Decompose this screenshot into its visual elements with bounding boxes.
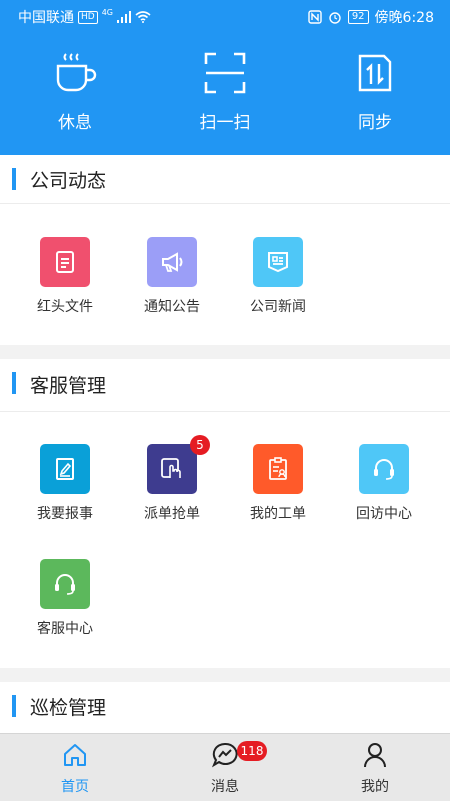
- section-header: 巡检管理: [0, 682, 450, 730]
- section-accent-bar: [12, 372, 16, 394]
- hd-indicator: HD: [78, 10, 98, 24]
- notice-item[interactable]: 通知公告: [119, 237, 225, 316]
- callback-center-item[interactable]: 回访中心: [331, 444, 437, 523]
- battery-level: 92: [347, 10, 369, 24]
- work-order-tile: [253, 444, 303, 494]
- document-icon: [56, 251, 74, 273]
- tab-mine[interactable]: 我的: [300, 734, 450, 801]
- report-tile: [40, 444, 90, 494]
- my-work-order-item[interactable]: 我的工单: [225, 444, 331, 523]
- grid-label: 派单抢单: [144, 506, 200, 522]
- newspaper-icon: [268, 252, 288, 273]
- dispatch-badge: 5: [190, 435, 210, 455]
- clock: 傍晚6:28: [374, 10, 434, 26]
- status-bar: 中国联通 HD 4G 92 傍晚6:28: [0, 0, 450, 30]
- headset-icon: [374, 459, 394, 480]
- dispatch-order-item[interactable]: 5 派单抢单: [119, 435, 225, 523]
- grid-label: 通知公告: [144, 299, 200, 315]
- home-icon: [64, 744, 86, 766]
- report-icon: [56, 458, 74, 480]
- document-tile: [40, 237, 90, 287]
- section-title: 巡检管理: [30, 697, 107, 719]
- notice-tile: [147, 237, 197, 287]
- rest-label: 休息: [58, 113, 92, 133]
- person-icon: [364, 743, 386, 768]
- tab-label: 消息: [211, 779, 239, 795]
- report-item[interactable]: 我要报事: [12, 444, 118, 523]
- service-center-tile: [40, 559, 90, 609]
- section-title: 公司动态: [30, 170, 107, 192]
- dispatch-tile: 5: [147, 435, 210, 494]
- quick-actions: 休息 扫一扫 同步: [0, 50, 450, 140]
- scan-button[interactable]: 扫一扫: [165, 50, 285, 133]
- section-accent-bar: [12, 168, 16, 190]
- tab-home[interactable]: 首页: [0, 734, 150, 801]
- grid-label: 红头文件: [37, 299, 93, 315]
- scan-icon: [204, 52, 246, 94]
- tab-label: 我的: [361, 779, 389, 795]
- rest-button[interactable]: 休息: [15, 50, 135, 133]
- sync-icon: [358, 54, 392, 92]
- grid-label: 我的工单: [250, 506, 306, 522]
- coffee-cup-icon: [56, 53, 97, 92]
- work-order-icon: [269, 457, 287, 480]
- messages-badge: 118: [237, 741, 267, 761]
- service-center-item[interactable]: 客服中心: [12, 559, 118, 638]
- megaphone-icon: [162, 252, 183, 272]
- company-news-item[interactable]: 公司新闻: [225, 237, 331, 316]
- bottom-tab-bar: 首页 118 消息 我的: [0, 733, 450, 801]
- section-title: 客服管理: [30, 375, 107, 397]
- sync-button[interactable]: 同步: [315, 50, 435, 133]
- sync-label: 同步: [358, 113, 392, 133]
- section-header: 客服管理: [0, 359, 450, 412]
- nfc-icon: [308, 10, 322, 24]
- patrol-section: 巡检管理: [0, 682, 450, 733]
- scan-label: 扫一扫: [199, 113, 251, 133]
- header: 中国联通 HD 4G 92 傍晚6:28 休息 扫一扫 同步: [0, 0, 450, 155]
- callback-tile: [359, 444, 409, 494]
- carrier-name: 中国联通: [18, 10, 74, 26]
- grid-label: 回访中心: [356, 506, 412, 522]
- tab-label: 首页: [61, 779, 89, 795]
- tab-messages[interactable]: 118 消息: [150, 734, 300, 801]
- alarm-icon: [329, 12, 341, 24]
- section-header: 公司动态: [0, 155, 450, 204]
- tap-order-icon: [161, 458, 181, 478]
- grid-label: 客服中心: [37, 621, 93, 637]
- section-accent-bar: [12, 695, 16, 717]
- message-icon: [211, 742, 238, 768]
- signal-icon: [117, 11, 131, 23]
- headset-icon: [55, 574, 75, 595]
- network-type: 4G: [101, 7, 113, 17]
- grid-label: 公司新闻: [250, 299, 306, 315]
- customer-service-section: 客服管理 我要报事 5 派单抢单 我的工单 回访中心 客服中心: [0, 359, 450, 668]
- news-tile: [253, 237, 303, 287]
- wifi-icon: [135, 11, 151, 23]
- red-header-doc-item[interactable]: 红头文件: [12, 237, 118, 316]
- company-news-section: 公司动态 红头文件 通知公告 公司新闻: [0, 155, 450, 345]
- grid-label: 我要报事: [37, 506, 93, 522]
